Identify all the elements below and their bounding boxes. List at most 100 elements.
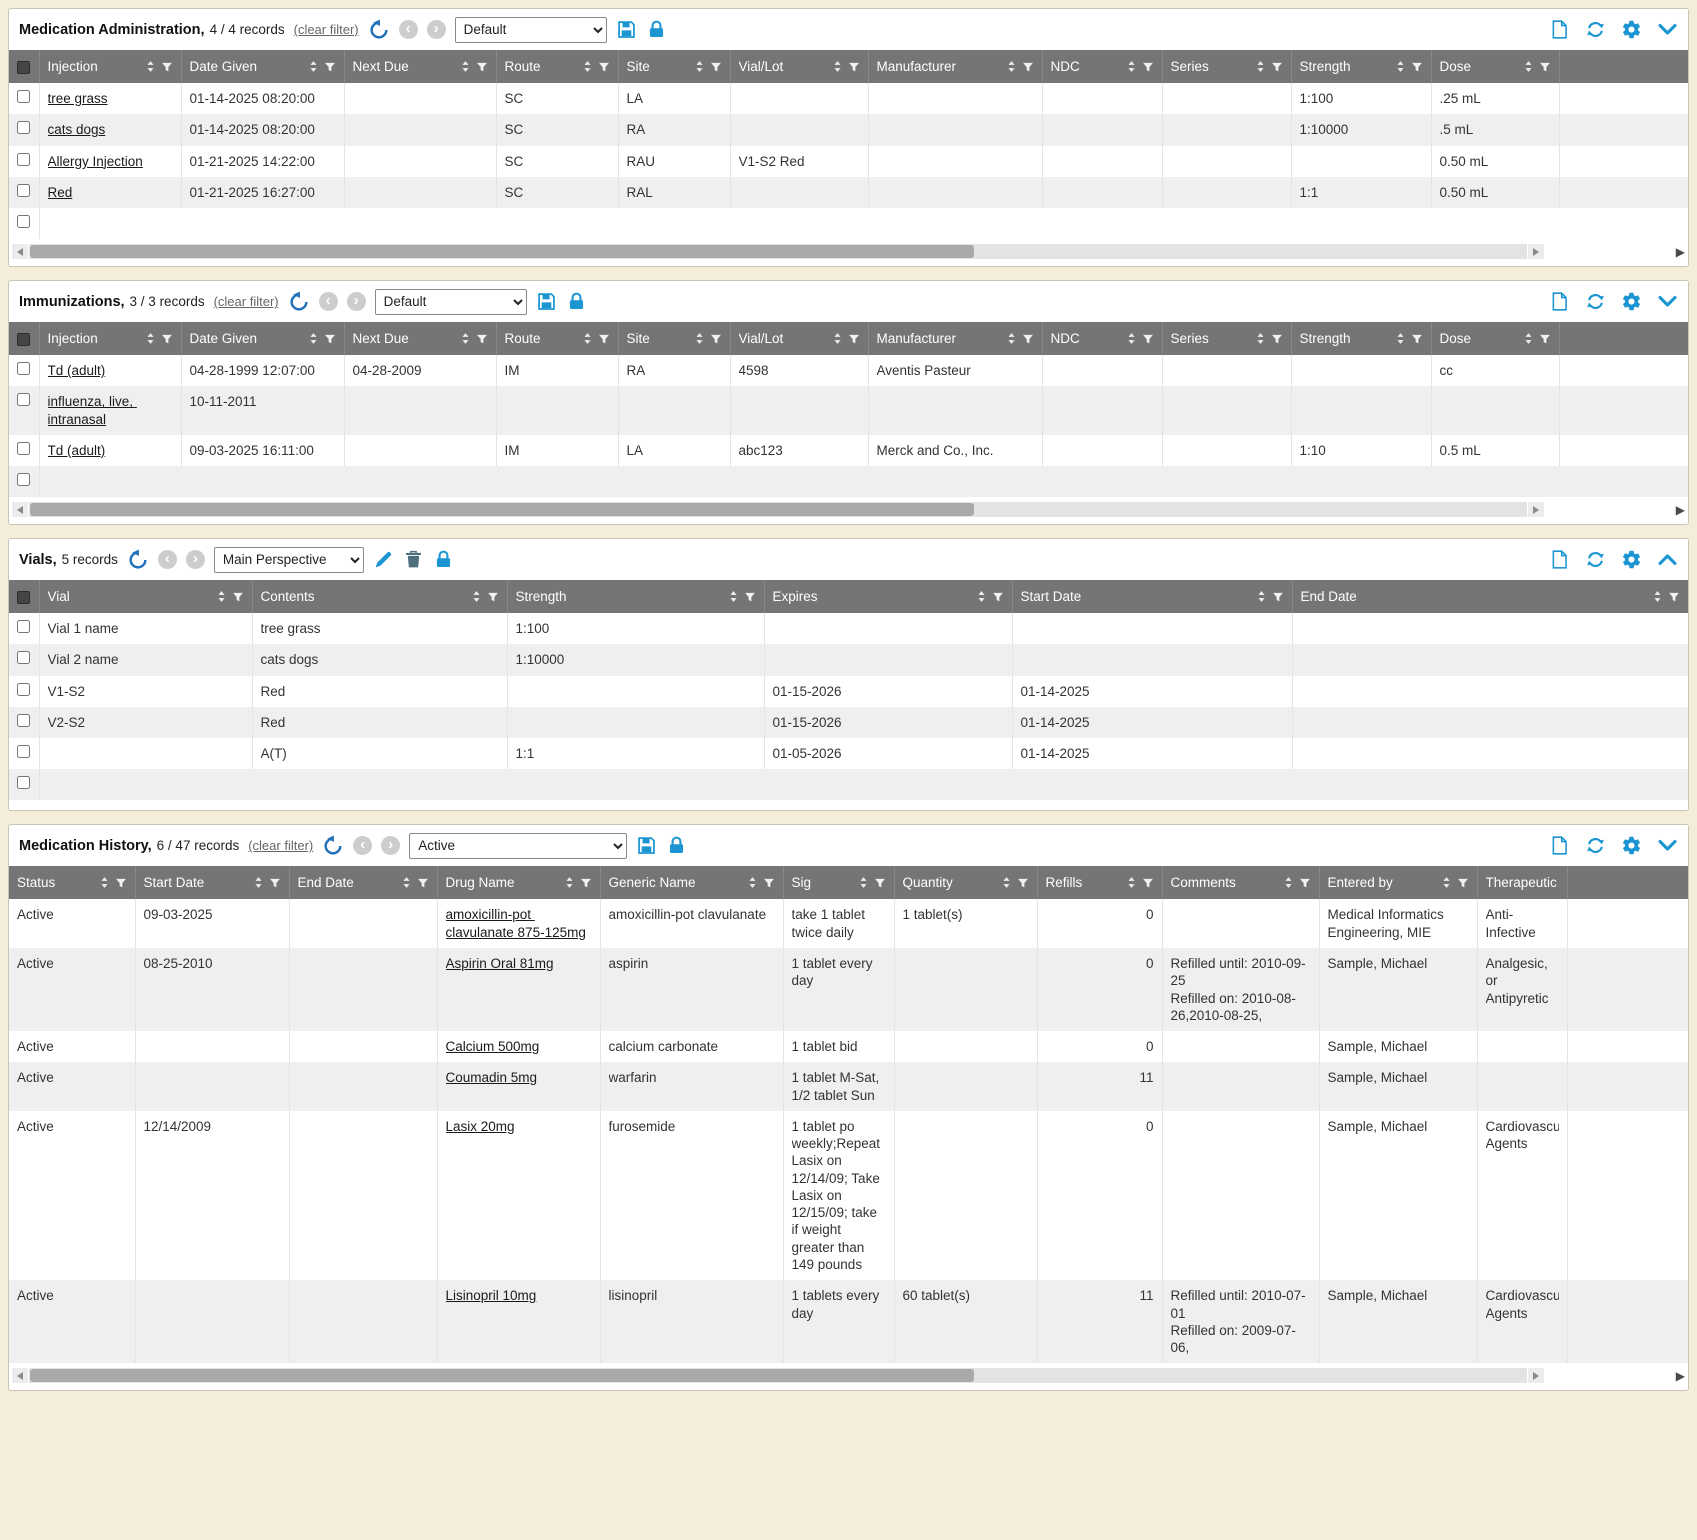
scroll-left-arrow[interactable] <box>12 244 28 259</box>
column-header-start-date[interactable]: Start Date <box>135 866 289 899</box>
scrollbar-thumb[interactable] <box>30 1369 974 1382</box>
column-header-vial-lot[interactable]: Vial/Lot <box>730 50 868 83</box>
undo-icon[interactable] <box>322 835 344 857</box>
column-header-vial-lot[interactable]: Vial/Lot <box>730 322 868 355</box>
settings-gear-icon[interactable] <box>1621 19 1642 40</box>
settings-gear-icon[interactable] <box>1621 835 1642 856</box>
column-header-end-date[interactable]: End Date <box>289 866 437 899</box>
filter-icon[interactable] <box>848 333 860 345</box>
scrollbar-track[interactable] <box>29 502 1527 517</box>
sort-icon[interactable] <box>1652 590 1663 603</box>
sort-icon[interactable] <box>1395 60 1406 73</box>
column-header-dose[interactable]: Dose <box>1431 50 1559 83</box>
column-header-date-given[interactable]: Date Given <box>181 50 344 83</box>
column-header-comments[interactable]: Comments <box>1162 866 1319 899</box>
delete-trash-icon[interactable] <box>403 549 424 570</box>
filter-icon[interactable] <box>1668 591 1680 603</box>
perspective-select[interactable]: Default <box>375 289 527 315</box>
column-header-series[interactable]: Series <box>1162 322 1291 355</box>
row-checkbox[interactable] <box>17 184 30 197</box>
scroll-columns-right-button[interactable]: ▶ <box>1676 504 1685 516</box>
filter-icon[interactable] <box>1539 61 1551 73</box>
clear-filter-link[interactable]: (clear filter) <box>214 294 279 309</box>
column-header-injection[interactable]: Injection <box>39 50 181 83</box>
column-header-manufacturer[interactable]: Manufacturer <box>868 50 1042 83</box>
sort-icon[interactable] <box>460 332 471 345</box>
column-header-strength[interactable]: Strength <box>1291 50 1431 83</box>
scrollbar-thumb[interactable] <box>30 503 974 516</box>
scroll-left-arrow[interactable] <box>12 502 28 517</box>
filter-icon[interactable] <box>476 333 488 345</box>
horizontal-scrollbar[interactable]: ▶ <box>12 244 1685 259</box>
save-icon[interactable] <box>536 291 557 312</box>
sort-icon[interactable] <box>1006 332 1017 345</box>
clear-filter-link[interactable]: (clear filter) <box>248 838 313 853</box>
sort-icon[interactable] <box>582 60 593 73</box>
sort-icon[interactable] <box>1255 332 1266 345</box>
lock-icon[interactable] <box>646 19 667 40</box>
filter-icon[interactable] <box>476 61 488 73</box>
filter-icon[interactable] <box>1271 333 1283 345</box>
scrollbar-thumb[interactable] <box>30 245 974 258</box>
row-checkbox[interactable] <box>17 620 30 633</box>
row-checkbox[interactable] <box>17 153 30 166</box>
perspective-select[interactable]: Active <box>409 833 627 859</box>
record-link[interactable]: Lisinopril 10mg <box>446 1288 537 1303</box>
lock-icon[interactable] <box>666 835 687 856</box>
undo-icon[interactable] <box>288 291 310 313</box>
new-document-icon[interactable] <box>1549 291 1570 312</box>
scroll-left-arrow[interactable] <box>12 1368 28 1383</box>
column-header-refills[interactable]: Refills <box>1037 866 1162 899</box>
filter-icon[interactable] <box>992 591 1004 603</box>
previous-record-button[interactable]: ‹ <box>158 550 177 569</box>
filter-icon[interactable] <box>115 877 127 889</box>
sort-icon[interactable] <box>1126 332 1137 345</box>
filter-icon[interactable] <box>1299 877 1311 889</box>
record-link[interactable]: Coumadin 5mg <box>446 1070 538 1085</box>
sort-icon[interactable] <box>747 876 758 889</box>
sort-icon[interactable] <box>460 60 471 73</box>
edit-pencil-icon[interactable] <box>373 549 394 570</box>
filter-icon[interactable] <box>324 61 336 73</box>
column-header-therapeutic[interactable]: Therapeutic <box>1477 866 1567 899</box>
perspective-select[interactable]: Main Perspective <box>214 547 364 573</box>
column-header-start-date[interactable]: Start Date <box>1012 580 1292 613</box>
filter-icon[interactable] <box>324 333 336 345</box>
undo-icon[interactable] <box>127 549 149 571</box>
filter-icon[interactable] <box>710 61 722 73</box>
column-header-next-due[interactable]: Next Due <box>344 50 496 83</box>
sort-icon[interactable] <box>145 60 156 73</box>
select-all-checkbox[interactable] <box>17 61 30 74</box>
filter-icon[interactable] <box>1142 877 1154 889</box>
column-header-ndc[interactable]: NDC <box>1042 322 1162 355</box>
next-record-button[interactable]: › <box>427 20 446 39</box>
column-header-manufacturer[interactable]: Manufacturer <box>868 322 1042 355</box>
column-header-drug-name[interactable]: Drug Name <box>437 866 600 899</box>
sort-icon[interactable] <box>401 876 412 889</box>
row-checkbox[interactable] <box>17 393 30 406</box>
sort-icon[interactable] <box>1001 876 1012 889</box>
filter-icon[interactable] <box>1022 333 1034 345</box>
record-link[interactable]: cats dogs <box>48 122 106 137</box>
row-checkbox[interactable] <box>17 745 30 758</box>
sort-icon[interactable] <box>308 60 319 73</box>
sort-icon[interactable] <box>1126 876 1137 889</box>
row-checkbox[interactable] <box>17 714 30 727</box>
record-link[interactable]: Td (adult) <box>48 443 106 458</box>
filter-icon[interactable] <box>874 877 886 889</box>
row-checkbox[interactable] <box>17 776 30 789</box>
horizontal-scrollbar[interactable]: ▶ <box>12 502 1685 517</box>
filter-icon[interactable] <box>1539 333 1551 345</box>
column-header-series[interactable]: Series <box>1162 50 1291 83</box>
sort-icon[interactable] <box>99 876 110 889</box>
sort-icon[interactable] <box>728 590 739 603</box>
row-checkbox[interactable] <box>17 442 30 455</box>
scroll-right-arrow[interactable] <box>1528 502 1544 517</box>
row-checkbox[interactable] <box>17 651 30 664</box>
collapse-chevron-icon[interactable] <box>1657 835 1678 856</box>
filter-icon[interactable] <box>1271 61 1283 73</box>
column-header-contents[interactable]: Contents <box>252 580 507 613</box>
collapse-chevron-icon[interactable] <box>1657 19 1678 40</box>
filter-icon[interactable] <box>161 333 173 345</box>
sort-icon[interactable] <box>308 332 319 345</box>
